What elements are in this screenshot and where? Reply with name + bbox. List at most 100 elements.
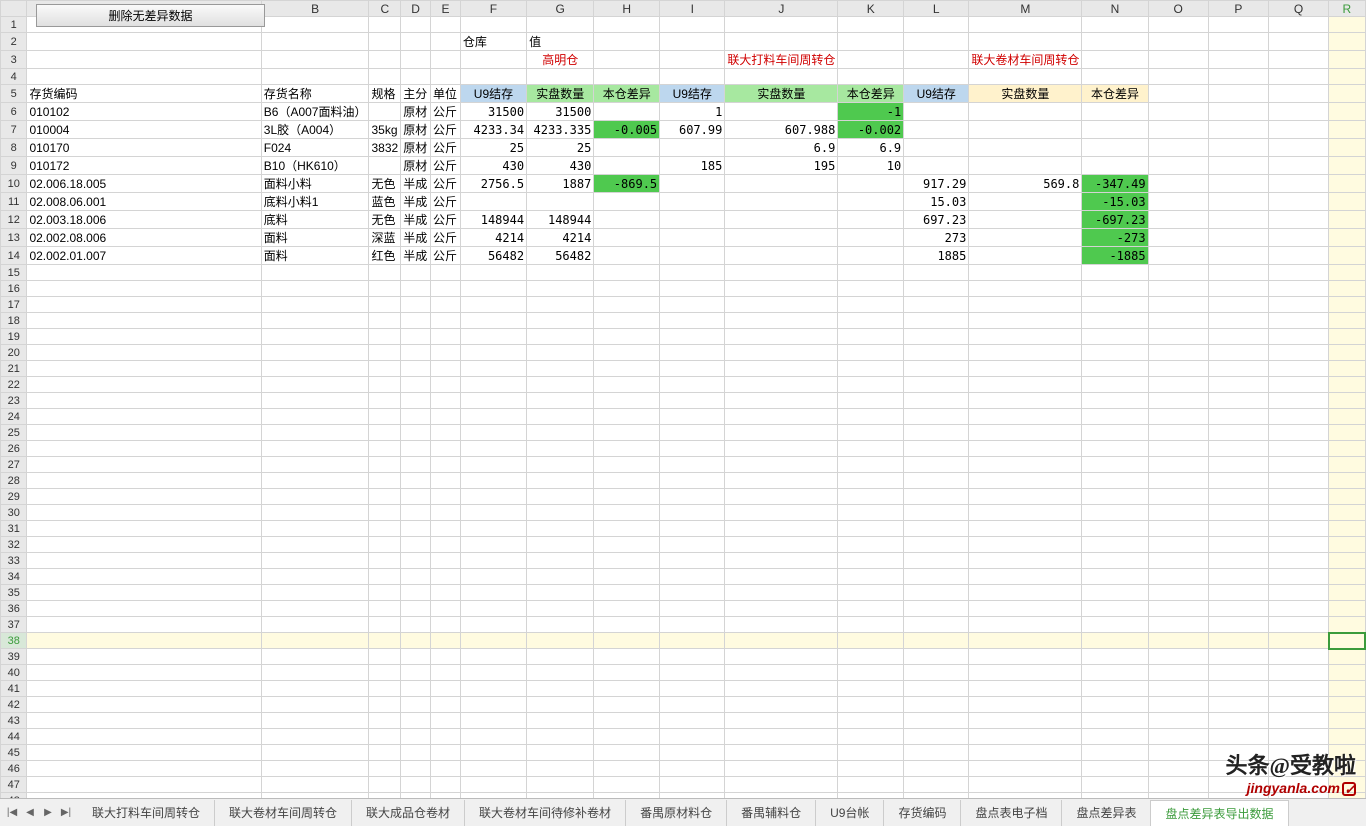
cell-Q45[interactable] <box>1268 745 1328 761</box>
cell-H4[interactable] <box>594 69 660 85</box>
cell-B34[interactable] <box>261 569 369 585</box>
cell-P42[interactable] <box>1208 697 1268 713</box>
cell-D37[interactable] <box>401 617 431 633</box>
cell-N1[interactable] <box>1082 17 1148 33</box>
cell-L37[interactable] <box>904 617 969 633</box>
cell-Q10[interactable] <box>1268 175 1328 193</box>
cell-B39[interactable] <box>261 649 369 665</box>
cell-D11[interactable]: 半成 <box>401 193 431 211</box>
cell-B25[interactable] <box>261 425 369 441</box>
cell-G22[interactable] <box>527 377 594 393</box>
cell-L33[interactable] <box>904 553 969 569</box>
cell-M40[interactable] <box>969 665 1082 681</box>
cell-M19[interactable] <box>969 329 1082 345</box>
cell-C5[interactable]: 规格 <box>369 85 401 103</box>
cell-M34[interactable] <box>969 569 1082 585</box>
row-header-28[interactable]: 28 <box>1 473 27 489</box>
cell-Q41[interactable] <box>1268 681 1328 697</box>
cell-J2[interactable] <box>725 33 838 51</box>
cell-M18[interactable] <box>969 313 1082 329</box>
cell-P26[interactable] <box>1208 441 1268 457</box>
row-header-32[interactable]: 32 <box>1 537 27 553</box>
cell-Q46[interactable] <box>1268 761 1328 777</box>
cell-M39[interactable] <box>969 649 1082 665</box>
cell-I19[interactable] <box>660 329 725 345</box>
cell-O17[interactable] <box>1148 297 1208 313</box>
cell-L10[interactable]: 917.29 <box>904 175 969 193</box>
cell-A38[interactable] <box>27 633 261 649</box>
cell-C17[interactable] <box>369 297 401 313</box>
cell-K20[interactable] <box>838 345 904 361</box>
row-header-45[interactable]: 45 <box>1 745 27 761</box>
cell-J43[interactable] <box>725 713 838 729</box>
cell-G25[interactable] <box>527 425 594 441</box>
cell-R27[interactable] <box>1329 457 1365 473</box>
cell-O41[interactable] <box>1148 681 1208 697</box>
cell-B14[interactable]: 面料 <box>261 247 369 265</box>
cell-D28[interactable] <box>401 473 431 489</box>
cell-L20[interactable] <box>904 345 969 361</box>
cell-F18[interactable] <box>460 313 526 329</box>
cell-B19[interactable] <box>261 329 369 345</box>
cell-A19[interactable] <box>27 329 261 345</box>
cell-B20[interactable] <box>261 345 369 361</box>
cell-B16[interactable] <box>261 281 369 297</box>
cell-I5[interactable]: U9结存 <box>660 85 725 103</box>
cell-M31[interactable] <box>969 521 1082 537</box>
cell-I36[interactable] <box>660 601 725 617</box>
cell-A33[interactable] <box>27 553 261 569</box>
cell-I30[interactable] <box>660 505 725 521</box>
cell-C4[interactable] <box>369 69 401 85</box>
cell-N22[interactable] <box>1082 377 1148 393</box>
cell-D27[interactable] <box>401 457 431 473</box>
cell-H5[interactable]: 本仓差异 <box>594 85 660 103</box>
cell-F43[interactable] <box>460 713 526 729</box>
cell-H19[interactable] <box>594 329 660 345</box>
cell-I18[interactable] <box>660 313 725 329</box>
cell-J30[interactable] <box>725 505 838 521</box>
cell-C47[interactable] <box>369 777 401 793</box>
cell-L30[interactable] <box>904 505 969 521</box>
cell-B24[interactable] <box>261 409 369 425</box>
cell-F15[interactable] <box>460 265 526 281</box>
cell-J9[interactable]: 195 <box>725 157 838 175</box>
cell-G13[interactable]: 4214 <box>527 229 594 247</box>
cell-M5[interactable]: 实盘数量 <box>969 85 1082 103</box>
row-header-43[interactable]: 43 <box>1 713 27 729</box>
row-header-15[interactable]: 15 <box>1 265 27 281</box>
cell-R9[interactable] <box>1329 157 1365 175</box>
cell-K29[interactable] <box>838 489 904 505</box>
cell-A5[interactable]: 存货编码 <box>27 85 261 103</box>
cell-A31[interactable] <box>27 521 261 537</box>
cell-C12[interactable]: 无色 <box>369 211 401 229</box>
cell-E44[interactable] <box>431 729 461 745</box>
cell-L9[interactable] <box>904 157 969 175</box>
cell-B18[interactable] <box>261 313 369 329</box>
tab-nav-last[interactable]: ▶| <box>58 805 74 821</box>
cell-N17[interactable] <box>1082 297 1148 313</box>
cell-K7[interactable]: -0.002 <box>838 121 904 139</box>
cell-B44[interactable] <box>261 729 369 745</box>
cell-M15[interactable] <box>969 265 1082 281</box>
cell-K10[interactable] <box>838 175 904 193</box>
cell-F42[interactable] <box>460 697 526 713</box>
cell-L17[interactable] <box>904 297 969 313</box>
cell-K1[interactable] <box>838 17 904 33</box>
cell-I22[interactable] <box>660 377 725 393</box>
cell-P37[interactable] <box>1208 617 1268 633</box>
cell-J33[interactable] <box>725 553 838 569</box>
row-header-2[interactable]: 2 <box>1 33 27 51</box>
cell-H2[interactable] <box>594 33 660 51</box>
cell-D35[interactable] <box>401 585 431 601</box>
cell-E41[interactable] <box>431 681 461 697</box>
cell-G12[interactable]: 148944 <box>527 211 594 229</box>
cell-J42[interactable] <box>725 697 838 713</box>
row-header-33[interactable]: 33 <box>1 553 27 569</box>
cell-A6[interactable]: 010102 <box>27 103 261 121</box>
cell-O6[interactable] <box>1148 103 1208 121</box>
cell-A44[interactable] <box>27 729 261 745</box>
cell-O4[interactable] <box>1148 69 1208 85</box>
cell-R10[interactable] <box>1329 175 1365 193</box>
cell-F37[interactable] <box>460 617 526 633</box>
cell-O27[interactable] <box>1148 457 1208 473</box>
